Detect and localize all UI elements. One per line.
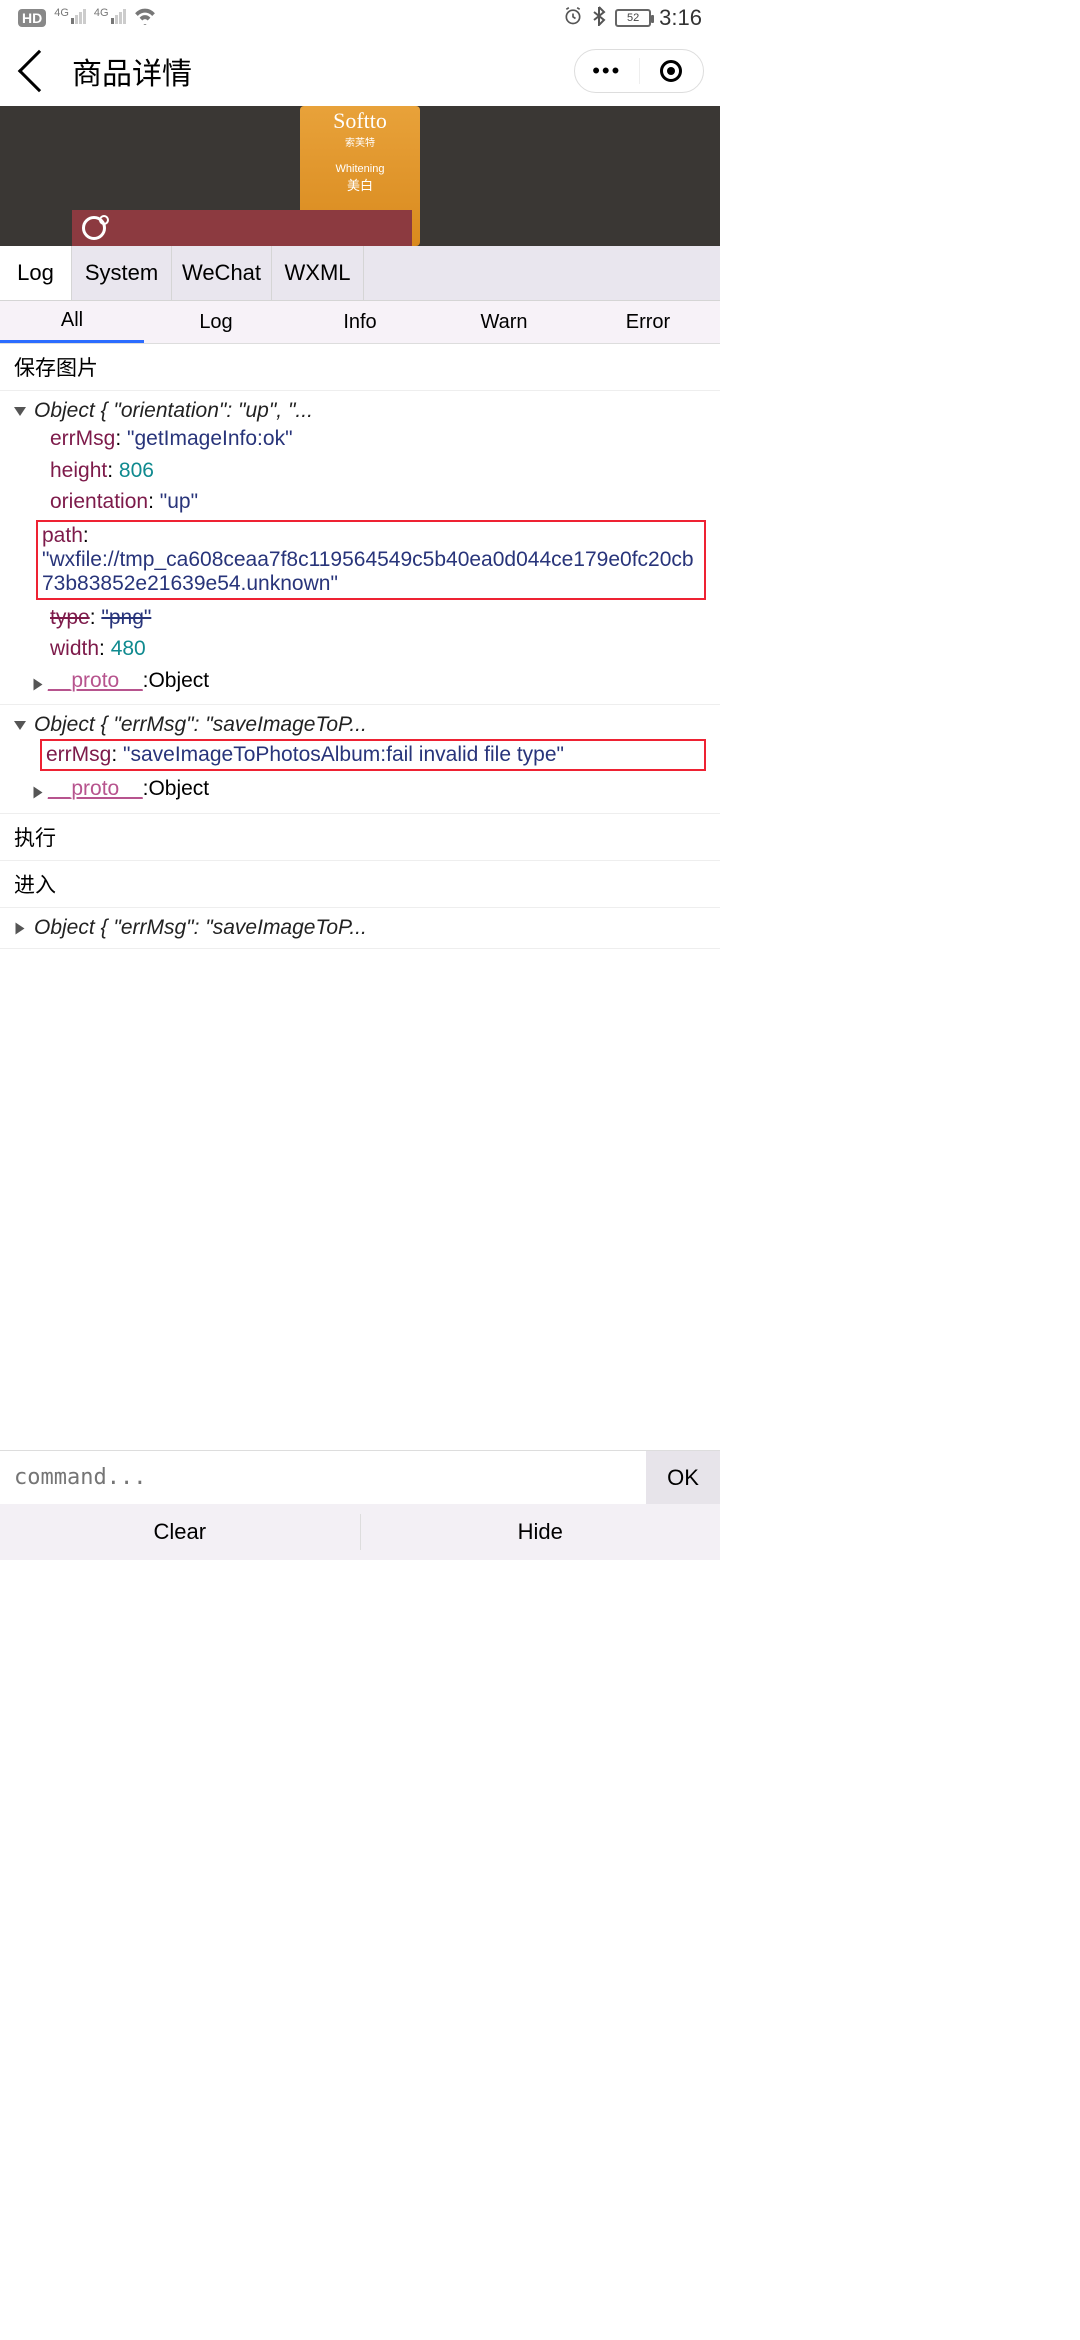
log-object-1[interactable]: Object { "orientation": "up", "... errMs… xyxy=(0,391,720,705)
disclosure-icon[interactable] xyxy=(14,721,26,730)
disclosure-icon[interactable] xyxy=(14,407,26,416)
ok-button[interactable]: OK xyxy=(646,1451,720,1504)
wifi-icon xyxy=(134,7,156,30)
close-miniapp-button[interactable] xyxy=(640,60,704,82)
console-log-pane[interactable]: 保存图片 Object { "orientation": "up", "... … xyxy=(0,344,720,1450)
log-object-3[interactable]: Object { "errMsg": "saveImageToP... xyxy=(0,908,720,949)
more-icon[interactable]: ••• xyxy=(575,58,639,84)
filter-log[interactable]: Log xyxy=(144,301,288,343)
status-bar: HD 4G 4G 52 3:16 xyxy=(0,0,720,36)
tab-wxml[interactable]: WXML xyxy=(272,246,364,300)
miniapp-capsule: ••• xyxy=(574,49,704,93)
log-entry[interactable]: 进入 xyxy=(0,861,720,908)
signal-icon-2 xyxy=(111,9,126,24)
battery-icon: 52 xyxy=(615,9,651,27)
log-filter-tabs: All Log Info Warn Error xyxy=(0,301,720,344)
network-4g-label-2: 4G xyxy=(94,7,109,19)
tab-spacer xyxy=(364,246,720,300)
object-summary: Object { "errMsg": "saveImageToP... xyxy=(34,713,367,737)
signal-icon-1 xyxy=(71,9,86,24)
filter-all[interactable]: All xyxy=(0,301,144,343)
devtool-tabs: Log System WeChat WXML xyxy=(0,246,720,301)
object-summary: Object { "errMsg": "saveImageToP... xyxy=(34,916,367,940)
command-bar: OK xyxy=(0,1450,720,1504)
filter-info[interactable]: Info xyxy=(288,301,432,343)
disclosure-icon[interactable] xyxy=(34,678,43,690)
product-banner: Softto 索芙特 Whitening 美白 xyxy=(0,106,720,246)
bottom-actions: Clear Hide xyxy=(0,1504,720,1560)
hd-icon: HD xyxy=(18,9,46,27)
nav-bar: 商品详情 ••• xyxy=(0,36,720,106)
highlight-errmsg: errMsg: "saveImageToPhotosAlbum:fail inv… xyxy=(40,739,706,771)
filter-warn[interactable]: Warn xyxy=(432,301,576,343)
ribbon-overlay xyxy=(72,210,412,246)
tab-system[interactable]: System xyxy=(72,246,172,300)
tab-wechat[interactable]: WeChat xyxy=(172,246,272,300)
back-icon[interactable] xyxy=(18,50,60,92)
alarm-icon xyxy=(563,6,583,31)
target-icon xyxy=(660,60,682,82)
tab-log[interactable]: Log xyxy=(0,246,72,300)
object-summary: Object { "orientation": "up", "... xyxy=(34,399,313,423)
command-input[interactable] xyxy=(0,1451,646,1504)
status-time: 3:16 xyxy=(659,5,702,31)
bluetooth-icon xyxy=(591,6,607,31)
highlight-path: path: "wxfile://tmp_ca608ceaa7f8c1195645… xyxy=(36,520,706,600)
ribbon-logo-icon xyxy=(82,216,106,240)
disclosure-icon[interactable] xyxy=(34,787,43,799)
filter-error[interactable]: Error xyxy=(576,301,720,343)
hide-button[interactable]: Hide xyxy=(361,1504,721,1560)
page-title: 商品详情 xyxy=(72,49,574,93)
disclosure-icon[interactable] xyxy=(16,922,25,934)
log-entry[interactable]: 执行 xyxy=(0,814,720,861)
clear-button[interactable]: Clear xyxy=(0,1504,360,1560)
network-4g-label-1: 4G xyxy=(54,7,69,19)
log-entry[interactable]: 保存图片 xyxy=(0,344,720,391)
log-object-2[interactable]: Object { "errMsg": "saveImageToP... errM… xyxy=(0,705,720,814)
